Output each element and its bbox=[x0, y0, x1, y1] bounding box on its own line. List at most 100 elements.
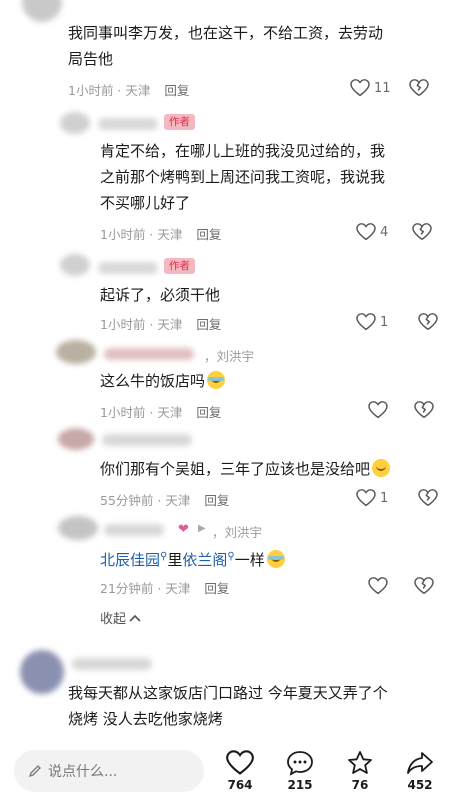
heart-icon bbox=[368, 577, 388, 595]
username[interactable] bbox=[104, 524, 164, 536]
comment-text: 你们那有个吴姐，三年了应该也是没给吧 bbox=[100, 456, 391, 482]
comment-actions: 11 bbox=[350, 79, 429, 97]
broken-heart-icon bbox=[418, 489, 439, 506]
search-icon: ⚲ bbox=[227, 551, 235, 562]
comment-actions bbox=[368, 577, 434, 595]
like-button[interactable]: 11 bbox=[350, 79, 391, 97]
comment-text: 肯定不给，在哪儿上班的我没见过给的，我 之前那个烤鸭到上周还问我工资呢，我说我 … bbox=[100, 142, 386, 212]
avatar[interactable] bbox=[60, 254, 90, 276]
comment-input[interactable]: 说点什么... bbox=[14, 750, 204, 792]
arrow-right-icon: ▶ bbox=[198, 523, 206, 534]
comment-time: 21分钟前 · 天津 bbox=[100, 581, 191, 596]
bottom-bar: 说点什么... 764 215 76 452 bbox=[0, 742, 452, 800]
share-post-button[interactable]: 452 bbox=[398, 750, 442, 792]
like-button[interactable]: 1 bbox=[356, 313, 388, 331]
star-icon bbox=[348, 751, 372, 774]
comment-text: 我同事叫李万发，也在这干，不给工资，去劳动 局告他 bbox=[68, 24, 384, 68]
broken-heart-icon bbox=[414, 401, 434, 418]
comment-time: 1小时前 · 天津 bbox=[100, 405, 183, 420]
heart-icon bbox=[350, 79, 370, 97]
comment-time: 1小时前 · 天津 bbox=[68, 83, 151, 98]
comment-time: 1小时前 · 天津 bbox=[100, 317, 183, 332]
heart-icon bbox=[356, 223, 376, 241]
like-button[interactable]: 4 bbox=[356, 223, 388, 241]
comment-bubble-icon bbox=[287, 751, 313, 776]
reply-button[interactable]: 回复 bbox=[204, 578, 229, 597]
avatar[interactable] bbox=[20, 650, 64, 694]
username[interactable] bbox=[72, 658, 152, 670]
avatar[interactable] bbox=[22, 0, 62, 22]
comment-actions: 1 bbox=[356, 489, 439, 507]
pencil-icon bbox=[28, 765, 41, 778]
dislike-button[interactable] bbox=[418, 489, 439, 507]
dislike-button[interactable] bbox=[412, 223, 433, 241]
heart-icon bbox=[226, 750, 254, 775]
comment-meta: 21分钟前 · 天津 回复 bbox=[100, 578, 229, 597]
comment-post-button[interactable]: 215 bbox=[278, 750, 322, 792]
reply-button[interactable]: 回复 bbox=[164, 80, 189, 99]
smiling-emoji-icon bbox=[372, 459, 391, 477]
avatar[interactable] bbox=[58, 428, 94, 450]
reply-button[interactable]: 回复 bbox=[196, 314, 221, 333]
like-count: 4 bbox=[380, 224, 389, 240]
username[interactable] bbox=[102, 434, 192, 446]
gift-icon: ❤ bbox=[178, 522, 189, 537]
heart-icon bbox=[356, 489, 376, 507]
reply-button[interactable]: 回复 bbox=[204, 490, 229, 509]
favorite-post-button[interactable]: 76 bbox=[338, 750, 382, 792]
comment-input-placeholder: 说点什么... bbox=[48, 764, 118, 780]
location-link[interactable]: 北辰佳园 bbox=[100, 551, 160, 569]
like-post-count: 764 bbox=[227, 778, 253, 792]
username[interactable] bbox=[104, 348, 194, 360]
like-count: 1 bbox=[380, 490, 389, 506]
comment-time: 1小时前 · 天津 bbox=[100, 227, 183, 242]
favorite-post-count: 76 bbox=[351, 778, 369, 792]
like-count: 1 bbox=[380, 314, 389, 330]
avatar[interactable] bbox=[56, 340, 96, 364]
comment-text: 起诉了，必须干他 bbox=[100, 286, 221, 304]
broken-heart-icon bbox=[412, 223, 433, 240]
author-badge: 作者 bbox=[164, 114, 195, 130]
crying-emoji-icon bbox=[266, 550, 285, 568]
comment-text: 我每天都从这家饭店门口路过 今年夏天又弄了个 烧烤 没人去吃他家烧烤 bbox=[68, 684, 388, 728]
heart-icon bbox=[368, 401, 388, 419]
comment-time: 55分钟前 · 天津 bbox=[100, 493, 191, 508]
username[interactable] bbox=[98, 262, 158, 274]
broken-heart-icon bbox=[414, 577, 434, 594]
comment-meta: 1小时前 · 天津 回复 bbox=[100, 314, 221, 333]
username[interactable] bbox=[98, 118, 158, 130]
reply-button[interactable]: 回复 bbox=[196, 224, 221, 243]
dislike-button[interactable] bbox=[418, 313, 439, 331]
collapse-replies-button[interactable]: 收起 bbox=[100, 608, 141, 627]
comment-post-count: 215 bbox=[287, 778, 313, 792]
comment-actions: 4 bbox=[356, 223, 433, 241]
reply-to-user[interactable]: ，刘洪宇 bbox=[212, 522, 262, 541]
like-button[interactable] bbox=[368, 577, 388, 595]
like-count: 11 bbox=[374, 80, 391, 96]
location-link[interactable]: 依兰阁 bbox=[182, 551, 227, 569]
comment-meta: 55分钟前 · 天津 回复 bbox=[100, 490, 229, 509]
like-post-button[interactable]: 764 bbox=[218, 750, 262, 792]
like-button[interactable] bbox=[368, 401, 388, 419]
like-button[interactable]: 1 bbox=[356, 489, 388, 507]
comment-meta: 1小时前 · 天津 回复 bbox=[68, 80, 189, 99]
chevron-up-icon bbox=[129, 614, 141, 622]
broken-heart-icon bbox=[418, 313, 439, 330]
broken-heart-icon bbox=[408, 79, 429, 96]
avatar[interactable] bbox=[60, 112, 90, 134]
comment-actions: 1 bbox=[356, 313, 439, 331]
share-post-count: 452 bbox=[407, 778, 433, 792]
dislike-button[interactable] bbox=[414, 577, 434, 595]
dislike-button[interactable] bbox=[408, 79, 429, 97]
comment-meta: 1小时前 · 天津 回复 bbox=[100, 224, 221, 243]
comment-text: 这么牛的饭店吗 bbox=[100, 368, 226, 394]
crying-laughing-emoji-icon bbox=[207, 371, 226, 389]
reply-to-user[interactable]: ，刘洪宇 bbox=[204, 346, 254, 365]
comment-meta: 1小时前 · 天津 回复 bbox=[100, 402, 221, 421]
avatar[interactable] bbox=[58, 516, 98, 540]
heart-icon bbox=[356, 313, 376, 331]
dislike-button[interactable] bbox=[414, 401, 434, 419]
reply-button[interactable]: 回复 bbox=[196, 402, 221, 421]
comment-actions bbox=[368, 401, 434, 419]
author-badge: 作者 bbox=[164, 258, 195, 274]
